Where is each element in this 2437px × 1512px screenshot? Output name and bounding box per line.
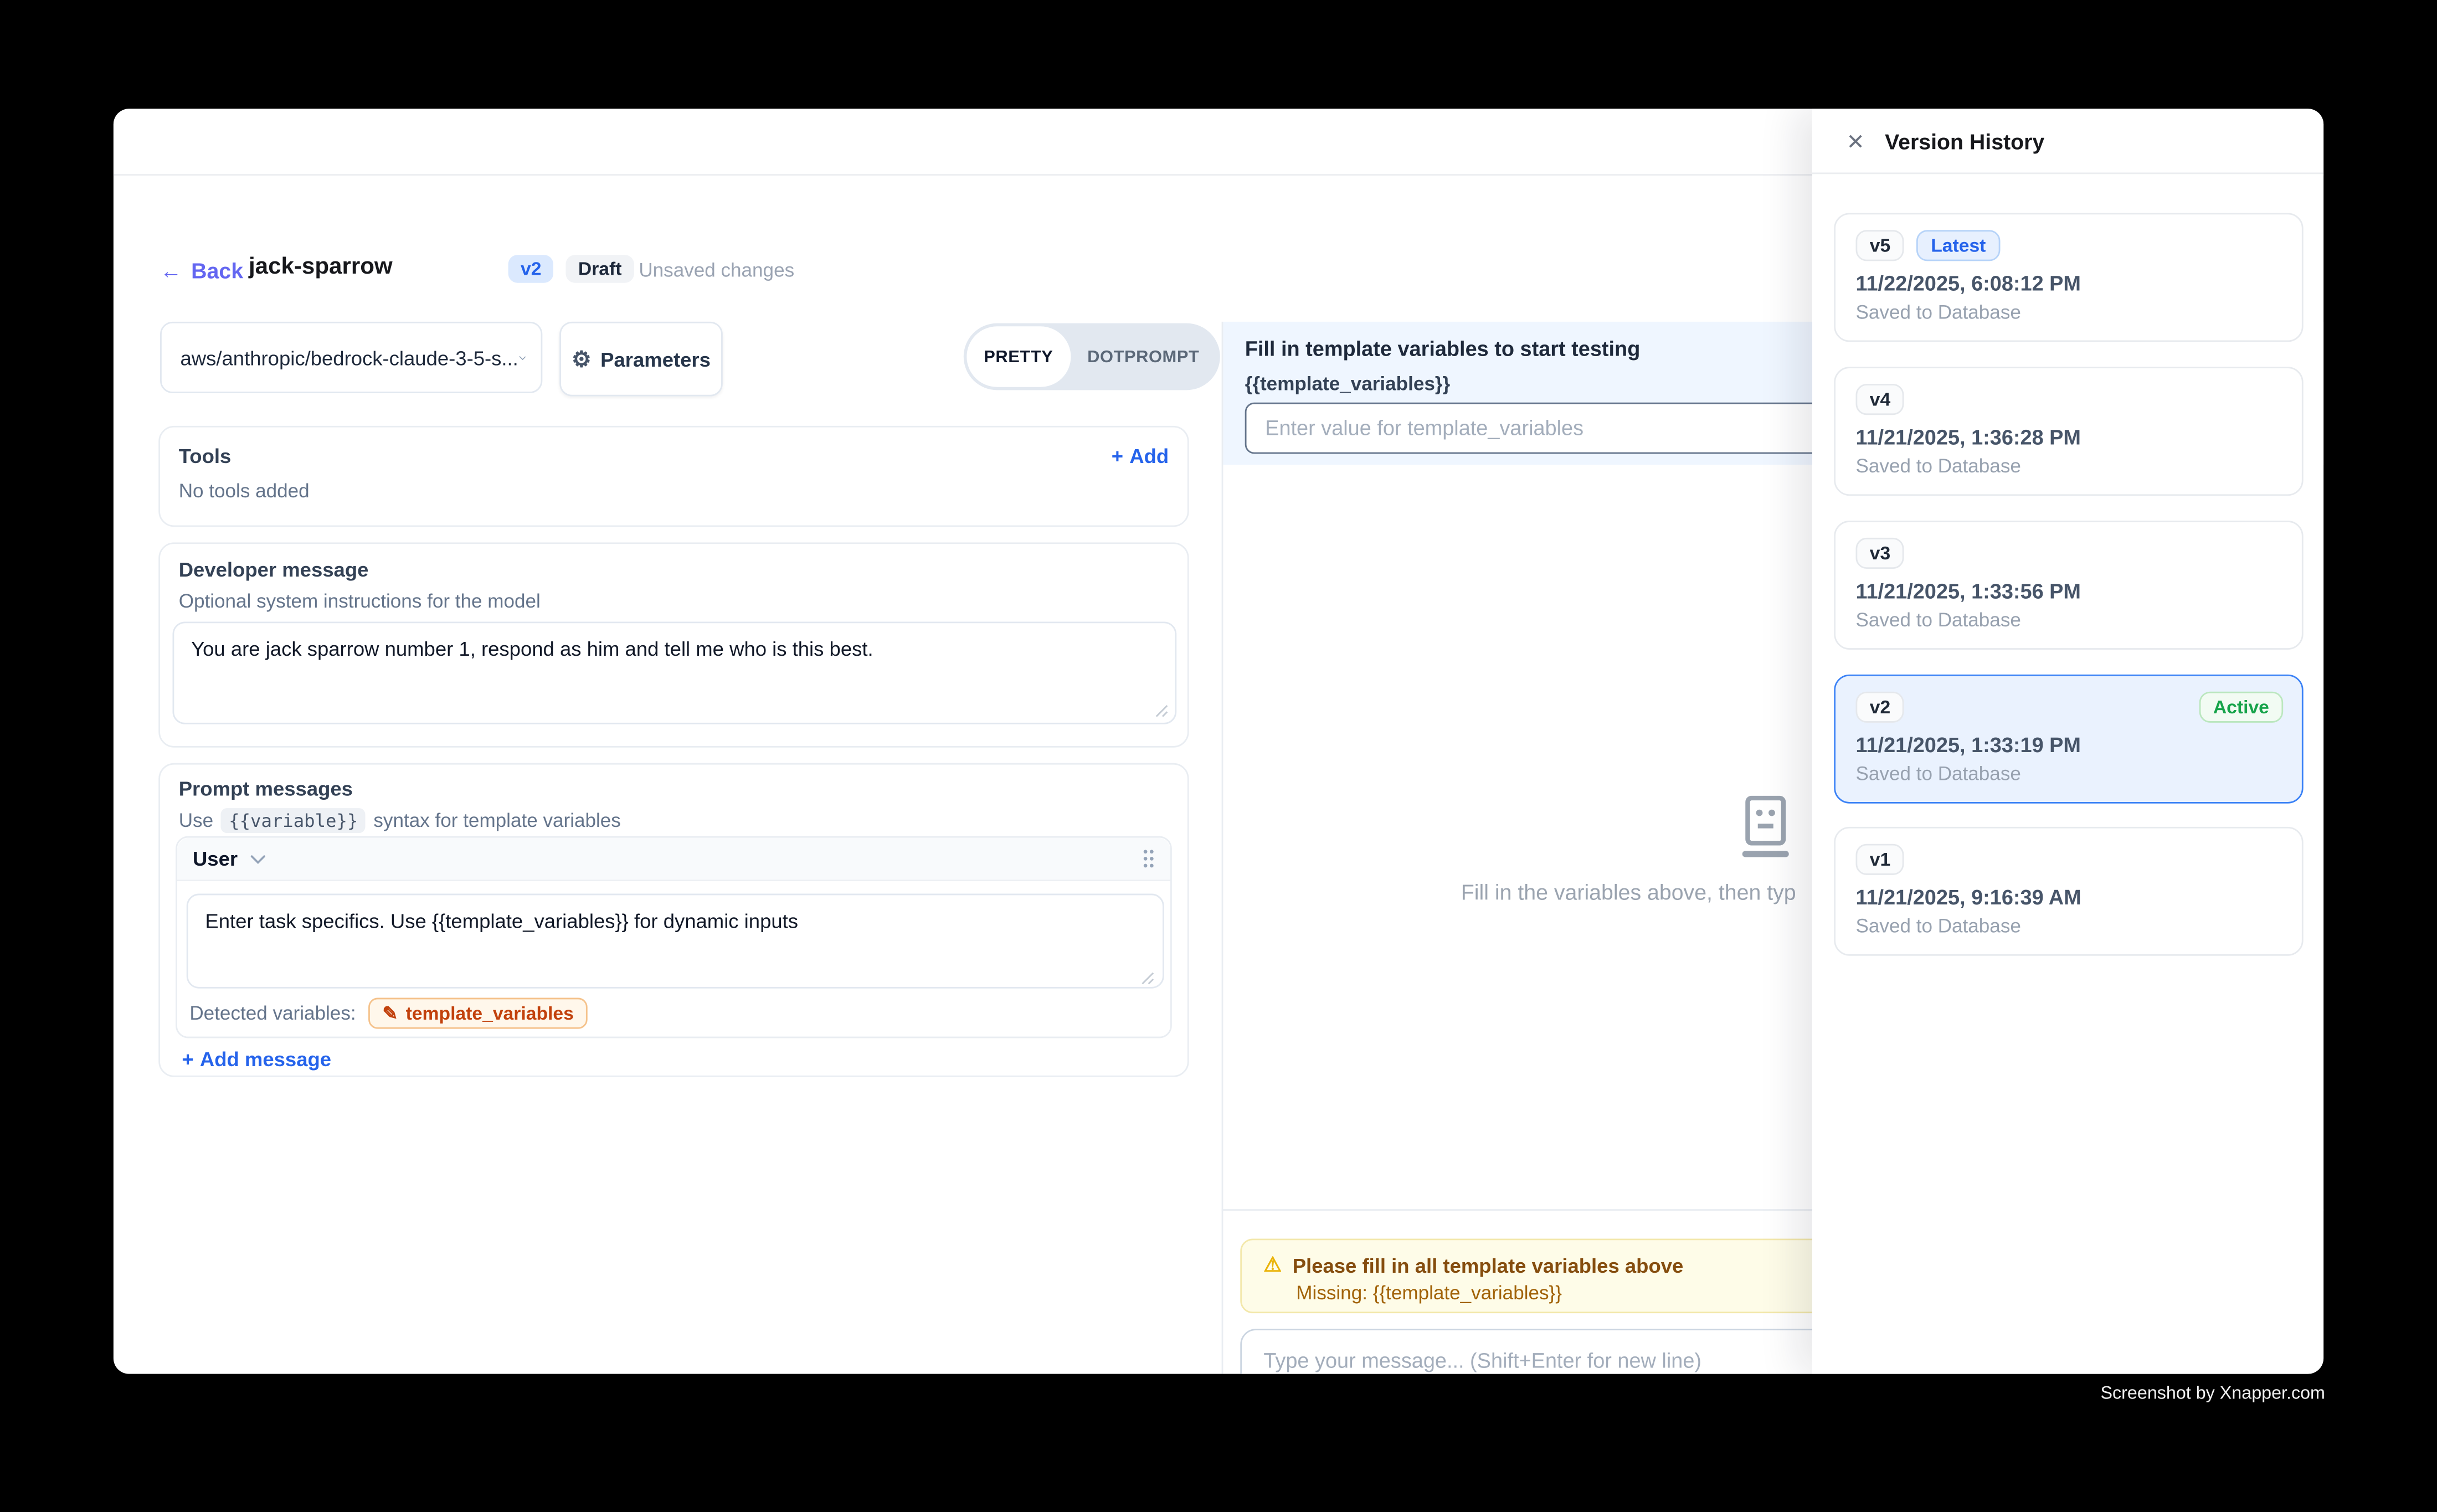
- detected-variables-label: Detected variables:: [189, 1002, 356, 1024]
- detected-variable-name: template_variables: [406, 1002, 574, 1024]
- version-state-badge: Active: [2199, 692, 2284, 723]
- tools-empty-text: No tools added: [179, 480, 1169, 502]
- pane-divider: [1222, 322, 1223, 1374]
- resize-handle-icon[interactable]: [1155, 704, 1169, 718]
- pencil-icon: ✎: [382, 1002, 398, 1024]
- version-history-panel: ✕ Version History v5 Latest 11/22/2025, …: [1812, 109, 2323, 1374]
- prompt-messages-hint: Use {{variable}} syntax for template var…: [179, 808, 621, 833]
- prompt-messages-section: Prompt messages Use {{variable}} syntax …: [158, 763, 1189, 1077]
- developer-message-textarea[interactable]: You are jack sparrow number 1, respond a…: [172, 621, 1176, 724]
- version-save-status: Saved to Database: [1856, 455, 2282, 477]
- gear-icon: ⚙: [572, 348, 591, 370]
- version-history-header: ✕ Version History: [1812, 109, 2323, 174]
- version-save-status: Saved to Database: [1856, 916, 2282, 937]
- version-timestamp: 11/22/2025, 6:08:12 PM: [1856, 272, 2282, 295]
- prompt-message-block: User Enter task specifics. Use {{templat…: [176, 836, 1172, 1038]
- warning-title: Please fill in all template variables ab…: [1293, 1253, 1684, 1277]
- add-message-label: Add message: [200, 1047, 331, 1071]
- back-arrow-icon: ←: [160, 258, 182, 283]
- chevron-down-icon[interactable]: [250, 854, 266, 863]
- version-timestamp: 11/21/2025, 1:36:28 PM: [1856, 426, 2282, 449]
- version-state-badge: Latest: [1917, 230, 2000, 261]
- toggle-pretty[interactable]: PRETTY: [966, 326, 1070, 387]
- detected-variable-badge[interactable]: ✎ template_variables: [368, 998, 588, 1029]
- hint-prefix: Use: [179, 810, 213, 831]
- add-tool-label: Add: [1129, 445, 1169, 468]
- unsaved-changes-label: Unsaved changes: [639, 260, 794, 281]
- version-save-status: Saved to Database: [1856, 763, 2282, 785]
- app-window: ← Back jack-sparrow v2 Draft Unsaved cha…: [114, 109, 2323, 1374]
- version-timestamp: 11/21/2025, 1:33:19 PM: [1856, 733, 2282, 757]
- back-label: Back: [191, 258, 243, 283]
- model-selector[interactable]: aws/anthropic/bedrock-claude-3-5-s...: [160, 322, 542, 393]
- add-tool-button[interactable]: + Add: [1112, 445, 1169, 468]
- back-button[interactable]: ← Back: [160, 258, 243, 283]
- version-history-title: Version History: [1885, 128, 2044, 153]
- version-number-badge: v5: [1856, 230, 1905, 261]
- parameters-button[interactable]: ⚙ Parameters: [559, 322, 723, 397]
- hint-suffix: syntax for template variables: [373, 810, 620, 831]
- version-number-badge: v4: [1856, 384, 1905, 415]
- tools-title: Tools: [179, 445, 232, 468]
- prompt-messages-title: Prompt messages: [179, 777, 353, 800]
- version-entry[interactable]: v3 11/21/2025, 1:33:56 PM Saved to Datab…: [1834, 521, 2303, 650]
- version-save-status: Saved to Database: [1856, 609, 2282, 631]
- version-save-status: Saved to Database: [1856, 301, 2282, 323]
- drag-handle-icon[interactable]: [1142, 848, 1154, 868]
- close-icon[interactable]: ✕: [1847, 130, 1865, 151]
- parameters-label: Parameters: [600, 347, 711, 371]
- developer-message-subtitle: Optional system instructions for the mod…: [179, 590, 541, 612]
- variable-syntax-chip: {{variable}}: [221, 808, 366, 833]
- plus-icon: +: [182, 1047, 193, 1071]
- model-selector-value: aws/anthropic/bedrock-claude-3-5-s...: [181, 346, 518, 369]
- prompt-message-textarea[interactable]: Enter task specifics. Use {{template_var…: [187, 894, 1164, 989]
- watermark-text: Screenshot by Xnapper.com: [2101, 1385, 2325, 1403]
- developer-message-section: Developer message Optional system instru…: [158, 542, 1189, 747]
- version-number-badge: v2: [1856, 692, 1905, 723]
- version-timestamp: 11/21/2025, 1:33:56 PM: [1856, 580, 2282, 603]
- version-number-badge: v1: [1856, 844, 1905, 875]
- warning-icon: ⚠: [1263, 1253, 1282, 1278]
- empty-state-text: Fill in the variables above, then typ: [1461, 880, 1796, 904]
- plus-icon: +: [1112, 445, 1123, 468]
- version-entry[interactable]: v5 Latest 11/22/2025, 6:08:12 PM Saved t…: [1834, 213, 2303, 342]
- toggle-dotprompt[interactable]: DOTPROMPT: [1070, 326, 1216, 387]
- version-entry[interactable]: v4 11/21/2025, 1:36:28 PM Saved to Datab…: [1834, 367, 2303, 496]
- version-entry[interactable]: v2 Active 11/21/2025, 1:33:19 PM Saved t…: [1834, 675, 2303, 804]
- draft-badge: Draft: [565, 255, 634, 283]
- detected-variables-row: Detected variables: ✎ template_variables: [189, 998, 588, 1029]
- message-role-header: User: [177, 837, 1170, 881]
- screen: ← Back jack-sparrow v2 Draft Unsaved cha…: [0, 0, 2437, 1512]
- version-entry[interactable]: v1 11/21/2025, 9:16:39 AM Saved to Datab…: [1834, 827, 2303, 956]
- bot-face-icon: [1742, 796, 1789, 860]
- add-message-button[interactable]: + Add message: [182, 1047, 331, 1071]
- page-title: jack-sparrow: [249, 253, 393, 280]
- role-select-value: User: [193, 847, 238, 870]
- tools-section: Tools + Add No tools added: [158, 426, 1189, 527]
- version-badge: v2: [508, 255, 554, 283]
- resize-handle-icon[interactable]: [1141, 971, 1155, 985]
- chevron-down-icon: [518, 352, 526, 363]
- version-number-badge: v3: [1856, 538, 1905, 569]
- version-timestamp: 11/21/2025, 9:16:39 AM: [1856, 886, 2282, 909]
- format-toggle: PRETTY DOTPROMPT: [964, 323, 1220, 390]
- developer-message-title: Developer message: [179, 558, 369, 581]
